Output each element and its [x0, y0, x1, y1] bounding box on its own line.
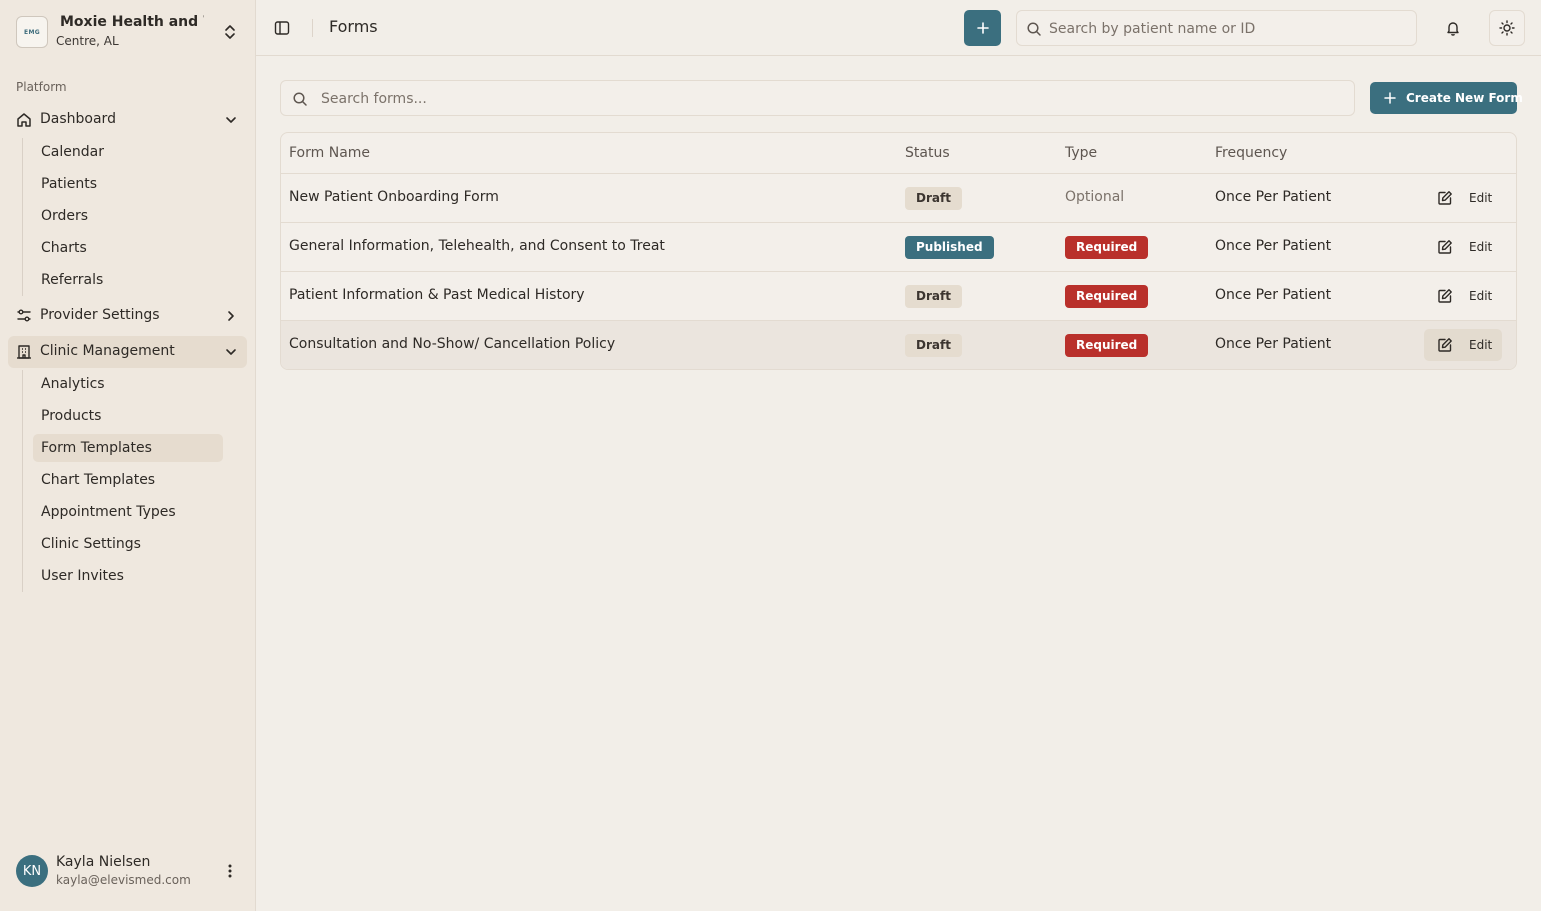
topbar: Forms — [256, 0, 1541, 56]
edit-icon — [1437, 288, 1453, 304]
more-vertical-icon[interactable] — [222, 863, 238, 879]
search-icon — [292, 91, 308, 107]
sidebar-item-dashboard[interactable]: Dashboard — [8, 104, 247, 136]
org-logo: EMG — [16, 16, 48, 48]
avatar: KN — [16, 855, 48, 887]
status-badge: Draft — [905, 285, 962, 308]
form-name: Consultation and No-Show/ Cancellation P… — [289, 336, 616, 352]
frequency: Once Per Patient — [1215, 238, 1332, 254]
table-row[interactable]: Consultation and No-Show/ Cancellation P… — [281, 321, 1516, 369]
table-header: Form Name Status Type Frequency — [281, 133, 1516, 174]
sidebar-item-label: Clinic Management — [40, 343, 175, 359]
sidebar-item-user-invites[interactable]: User Invites — [33, 562, 223, 590]
sidebar-item-products[interactable]: Products — [33, 402, 223, 430]
form-name: Patient Information & Past Medical Histo… — [289, 287, 585, 303]
subnav-line — [22, 138, 23, 296]
section-label-platform: Platform — [16, 80, 67, 94]
table-row[interactable]: New Patient Onboarding Form Draft Option… — [281, 174, 1516, 223]
subnav-line — [22, 370, 23, 592]
create-new-form-button[interactable]: Create New Form — [1370, 82, 1523, 114]
search-icon — [1026, 21, 1042, 37]
edit-label: Edit — [1469, 191, 1493, 205]
form-name: New Patient Onboarding Form — [289, 189, 499, 205]
sidebar-item-calendar[interactable]: Calendar — [33, 138, 223, 166]
edit-label: Edit — [1469, 240, 1493, 254]
edit-icon — [1437, 239, 1453, 255]
chevron-right-icon — [223, 308, 239, 324]
chevron-down-icon — [223, 344, 239, 360]
theme-toggle-button[interactable] — [1489, 10, 1525, 46]
edit-icon — [1437, 190, 1453, 206]
chevron-down-icon — [223, 112, 239, 128]
column-header-status: Status — [905, 145, 950, 161]
form-search-input[interactable] — [321, 89, 1341, 109]
plus-icon — [976, 22, 989, 34]
sidebar-item-form-templates[interactable]: Form Templates — [33, 434, 223, 462]
type-badge: Required — [1065, 334, 1149, 357]
sidebar-item-appointment-types[interactable]: Appointment Types — [33, 498, 223, 526]
sidebar-item-orders[interactable]: Orders — [33, 202, 223, 230]
user-email: kayla@elevismed.com — [56, 873, 191, 887]
frequency: Once Per Patient — [1215, 287, 1332, 303]
column-header-frequency: Frequency — [1215, 145, 1288, 161]
sidebar-item-label: Dashboard — [40, 111, 116, 127]
chevrons-up-down-icon[interactable] — [222, 22, 238, 42]
edit-label: Edit — [1469, 289, 1493, 303]
form-name: General Information, Telehealth, and Con… — [289, 238, 665, 254]
sun-icon — [1499, 20, 1515, 36]
edit-button[interactable]: Edit — [1424, 280, 1502, 312]
page-title: Forms — [329, 17, 378, 36]
sidebar-item-charts[interactable]: Charts — [33, 234, 223, 262]
sidebar-item-clinic-management[interactable]: Clinic Management — [8, 336, 247, 368]
user-profile[interactable]: KN Kayla Nielsen kayla@elevismed.com — [16, 854, 248, 889]
home-icon — [16, 112, 32, 128]
column-header-form-name: Form Name — [289, 145, 371, 161]
sidebar-item-analytics[interactable]: Analytics — [33, 370, 223, 398]
add-button[interactable] — [964, 10, 1001, 46]
status-badge: Published — [905, 236, 994, 259]
sidebar-toggle-icon[interactable] — [272, 18, 292, 38]
plus-icon — [1384, 92, 1396, 104]
bell-icon — [1447, 22, 1459, 36]
user-name: Kayla Nielsen — [56, 854, 151, 870]
notifications-button[interactable] — [1441, 10, 1465, 46]
sidebar-item-chart-templates[interactable]: Chart Templates — [33, 466, 223, 494]
status-badge: Draft — [905, 187, 962, 210]
patient-search[interactable] — [1016, 10, 1417, 46]
type-label: Optional — [1065, 189, 1125, 205]
org-switcher[interactable]: EMG Moxie Health and Wellness Centre, AL — [16, 14, 248, 50]
patient-search-input[interactable] — [1049, 19, 1409, 39]
type-badge: Required — [1065, 285, 1149, 308]
form-search[interactable] — [280, 80, 1355, 116]
sliders-icon — [16, 308, 32, 324]
org-location: Centre, AL — [56, 34, 119, 48]
edit-button[interactable]: Edit — [1424, 182, 1502, 214]
sidebar-item-provider-settings[interactable]: Provider Settings — [8, 300, 247, 332]
sidebar-item-referrals[interactable]: Referrals — [33, 266, 223, 294]
forms-table: Form Name Status Type Frequency New Pati… — [280, 132, 1517, 370]
table-row[interactable]: Patient Information & Past Medical Histo… — [281, 272, 1516, 321]
table-row[interactable]: General Information, Telehealth, and Con… — [281, 223, 1516, 272]
sidebar: EMG Moxie Health and Wellness Centre, AL… — [0, 0, 256, 911]
edit-label: Edit — [1469, 338, 1493, 352]
sidebar-item-label: Provider Settings — [40, 307, 160, 323]
divider — [312, 19, 313, 37]
sidebar-item-patients[interactable]: Patients — [33, 170, 223, 198]
status-badge: Draft — [905, 334, 962, 357]
edit-button[interactable]: Edit — [1424, 231, 1502, 263]
frequency: Once Per Patient — [1215, 189, 1332, 205]
column-header-type: Type — [1065, 145, 1098, 161]
org-name: Moxie Health and Wellness — [60, 14, 204, 30]
sidebar-item-clinic-settings[interactable]: Clinic Settings — [33, 530, 223, 558]
building-icon — [16, 344, 32, 360]
type-badge: Required — [1065, 236, 1149, 259]
edit-button[interactable]: Edit — [1424, 329, 1502, 361]
frequency: Once Per Patient — [1215, 336, 1332, 352]
edit-icon — [1437, 337, 1453, 353]
create-new-form-label: Create New Form — [1406, 91, 1523, 105]
